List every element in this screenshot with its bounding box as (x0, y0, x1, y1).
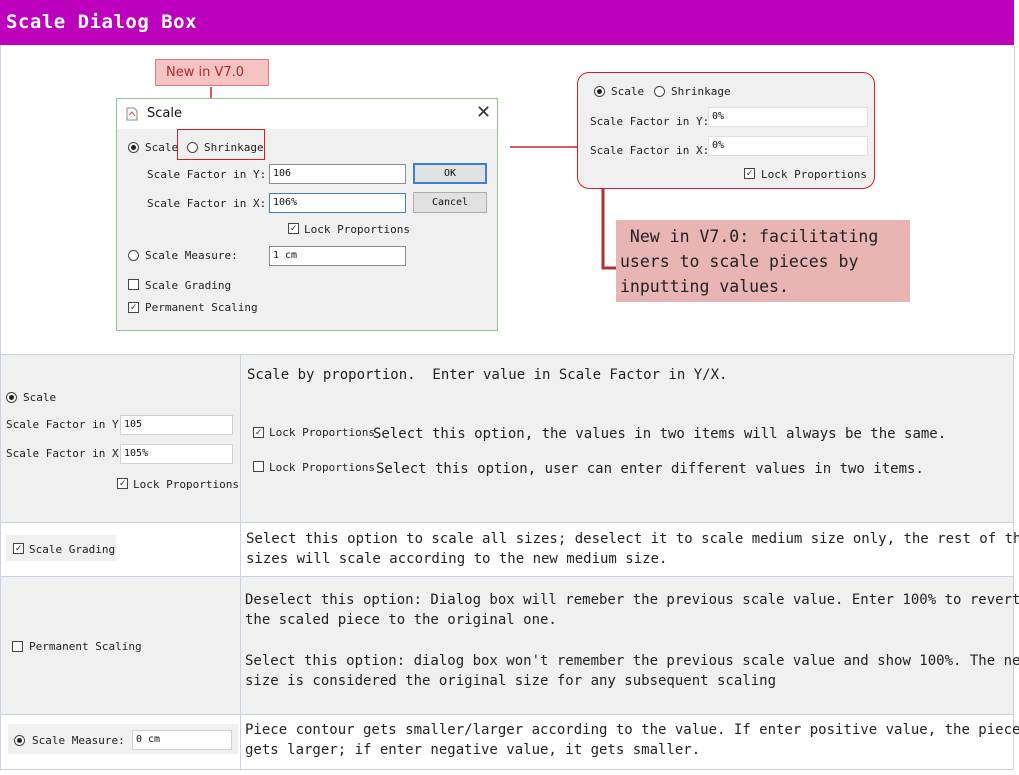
scale-measure-radio[interactable] (128, 250, 139, 261)
panel-shrinkage-label: Shrinkage (671, 85, 731, 98)
shrinkage-radio-label: Shrinkage (204, 141, 264, 154)
scale-dialog: Scale ✕ Scale Shrinkage Scale Factor in … (116, 98, 498, 331)
panel-scale-radio[interactable] (594, 86, 605, 97)
row4-measure-radio[interactable] (14, 735, 25, 746)
new-in-v7-callout: New in V7.0 (155, 59, 269, 86)
callout-line-1: New in V7.0: facilitating (620, 227, 879, 246)
row1-scale-radio[interactable] (6, 392, 17, 403)
lock-proportions-label: Lock Proportions (304, 223, 410, 236)
lock-proportions-checkbox[interactable]: ✓ (288, 223, 299, 234)
row2-checkbox-group: ✓ Scale Grading (6, 535, 116, 561)
row3-desc-p2-line-1: Select this option: dialog box won't rem… (245, 653, 1019, 669)
table-row-3-left: Permanent Scaling (0, 576, 241, 715)
cancel-button[interactable]: Cancel (413, 192, 487, 213)
row1-factor-x-label: Scale Factor in X: (6, 447, 126, 460)
scale-radio[interactable] (128, 142, 139, 153)
factor-y-input[interactable]: 106 (269, 164, 406, 184)
row1-factor-x-input[interactable]: 105% (120, 444, 233, 464)
panel-lock-checkbox[interactable]: ✓ (744, 168, 755, 179)
row1-lock-checkbox[interactable]: ✓ (117, 478, 128, 489)
panel-factor-y-label: Scale Factor in Y: (590, 115, 710, 128)
new-options-panel: Scale Shrinkage Scale Factor in Y: 0% Sc… (577, 72, 875, 189)
row4-measure-label: Scale Measure: (32, 734, 125, 747)
row1-lock-unchecked-label: Lock Proportions (269, 461, 375, 474)
row4-desc-line-1: Piece contour gets smaller/larger accord… (245, 722, 1019, 738)
factor-x-label: Scale Factor in X: (147, 197, 267, 210)
row2-desc-line-2: sizes will scale according to the new me… (246, 551, 668, 567)
row1-desc-intro: Scale by proportion. Enter value in Scal… (247, 367, 728, 383)
factor-y-label: Scale Factor in Y: (147, 168, 267, 181)
row1-factor-y-input[interactable]: 105 (120, 415, 233, 435)
row4-desc-line-2: gets larger; if enter negative value, it… (245, 742, 701, 758)
row1-lock-label: Lock Proportions (133, 478, 239, 491)
row1-lock-checked-icon: ✓ (253, 427, 264, 438)
row3-desc-p2-line-2: size is considered the original size for… (245, 673, 777, 689)
scale-grading-label: Scale Grading (145, 279, 232, 292)
close-icon[interactable]: ✕ (476, 102, 491, 123)
row4-measure-input[interactable]: 0 cm (132, 730, 232, 750)
v7-feature-callout: New in V7.0: facilitating users to scale… (616, 220, 910, 302)
table-row-4-left: Scale Measure: 0 cm (0, 714, 241, 770)
permanent-scaling-checkbox[interactable]: ✓ (128, 302, 139, 313)
row4-measure-group: Scale Measure: 0 cm (8, 724, 238, 754)
row3-desc-p1-line-1: Deselect this option: Dialog box will re… (245, 592, 1019, 608)
panel-factor-x-label: Scale Factor in X: (590, 144, 710, 157)
callout-line-3: inputting values. (620, 277, 789, 296)
panel-factor-y-input[interactable]: 0% (708, 107, 868, 127)
shrinkage-radio[interactable] (187, 142, 198, 153)
panel-shrinkage-radio[interactable] (654, 86, 665, 97)
dialog-header: Scale ✕ (117, 99, 497, 129)
ok-button[interactable]: OK (413, 163, 487, 184)
table-row-1-left: Scale Scale Factor in Y: 105 Scale Facto… (0, 354, 241, 523)
table-row-2-right: Select this option to scale all sizes; d… (240, 522, 1019, 577)
row3-permanent-checkbox[interactable] (12, 641, 23, 652)
row2-grading-checkbox[interactable]: ✓ (13, 543, 24, 554)
row3-permanent-label: Permanent Scaling (29, 640, 142, 653)
row1-scale-label: Scale (23, 391, 57, 404)
row3-desc-p1-line-2: the scaled piece to the original one. (245, 612, 557, 628)
table-row-2-left: ✓ Scale Grading (0, 522, 241, 577)
panel-factor-x-input[interactable]: 0% (708, 136, 868, 156)
row1-desc-locked: Select this option, the values in two it… (373, 426, 947, 442)
permanent-scaling-label: Permanent Scaling (145, 301, 258, 314)
table-row-3-right: Deselect this option: Dialog box will re… (240, 576, 1019, 715)
row1-lock-checked-label: Lock Proportions (269, 426, 375, 439)
row1-lock-unchecked-icon (253, 461, 264, 472)
table-row-4-right: Piece contour gets smaller/larger accord… (240, 714, 1019, 770)
scale-grading-checkbox[interactable] (128, 279, 139, 290)
document-icon (126, 107, 138, 121)
table-row-1-right: Scale by proportion. Enter value in Scal… (240, 354, 1014, 523)
scale-measure-input[interactable]: 1 cm (269, 246, 406, 266)
row1-desc-unlocked: Select this option, user can enter diffe… (376, 461, 924, 477)
factor-x-input[interactable]: 106% (269, 193, 406, 213)
row2-grading-label: Scale Grading (29, 543, 116, 556)
row1-factor-y-label: Scale Factor in Y: (6, 418, 126, 431)
scale-measure-label: Scale Measure: (145, 249, 238, 262)
row2-desc-line-1: Select this option to scale all sizes; d… (246, 531, 1019, 547)
callout-line-2: users to scale pieces by (620, 252, 859, 271)
scale-radio-label: Scale (145, 141, 179, 154)
panel-scale-label: Scale (611, 85, 645, 98)
dialog-title: Scale (147, 106, 182, 121)
panel-lock-label: Lock Proportions (761, 168, 867, 181)
